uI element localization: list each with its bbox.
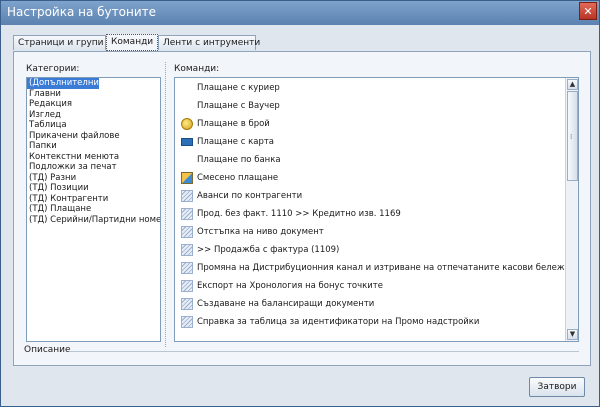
customize-dialog: Настройка на бутоните ✕ Страници и групи… xyxy=(0,0,600,407)
category-item[interactable]: Редакция xyxy=(27,99,160,110)
command-label: Плащане в брой xyxy=(197,119,270,129)
command-item[interactable]: Плащане с куриер xyxy=(175,79,565,97)
command-item[interactable]: Плащане по банка xyxy=(175,151,565,169)
document-icon xyxy=(181,244,193,256)
category-item[interactable]: Прикачени файлове xyxy=(27,131,160,142)
category-item[interactable]: (Допълнителни) xyxy=(27,78,102,89)
scroll-up-button[interactable]: ▲ xyxy=(567,79,578,90)
document-icon xyxy=(181,208,193,220)
category-item[interactable]: Контекстни менюта xyxy=(27,152,160,163)
coins-icon xyxy=(181,118,193,130)
document-icon xyxy=(181,280,193,292)
command-label: Плащане по банка xyxy=(197,155,281,165)
command-label: Аванси по контрагенти xyxy=(197,191,303,201)
command-label: Справка за таблица за идентификатори на … xyxy=(197,317,480,327)
title-bar[interactable]: Настройка на бутоните ✕ xyxy=(1,1,599,25)
command-label: Прод. без факт. 1110 >> Кредитно изв. 11… xyxy=(197,209,401,219)
close-window-button[interactable]: ✕ xyxy=(579,2,597,20)
category-item[interactable]: (ТД) Позиции xyxy=(27,183,160,194)
tab-toolbars[interactable]: Ленти с интрументи xyxy=(158,35,260,50)
command-label: Експорт на Хронология на бонус точките xyxy=(197,281,383,291)
document-icon xyxy=(181,262,193,274)
document-icon xyxy=(181,298,193,310)
category-item[interactable]: (ТД) Контрагенти xyxy=(27,194,160,205)
close-button[interactable]: Затвори xyxy=(529,377,585,397)
category-item[interactable]: Папки xyxy=(27,141,160,152)
grip-icon: ⁞ xyxy=(570,133,573,141)
scroll-thumb[interactable]: ⁞ xyxy=(567,91,578,181)
category-item[interactable]: (ТД) Плащане xyxy=(27,204,160,215)
tab-pages-groups[interactable]: Страници и групи xyxy=(13,35,106,50)
commands-panel: Категории: (Допълнителни) Главни Редакци… xyxy=(13,51,591,366)
commands-label: Команди: xyxy=(174,64,220,74)
command-item[interactable]: Експорт на Хронология на бонус точките xyxy=(175,277,565,295)
command-item[interactable]: Промяна на Дистрибуционния канал и изтри… xyxy=(175,259,575,277)
command-item[interactable]: Прод. без факт. 1110 >> Кредитно изв. 11… xyxy=(175,205,565,223)
commands-list[interactable]: Плащане с куриер Плащане с Ваучер Плащан… xyxy=(174,77,579,342)
mixed-payment-icon xyxy=(181,172,193,184)
command-item[interactable]: Аванси по контрагенти xyxy=(175,187,565,205)
description-divider xyxy=(69,351,579,352)
categories-label: Категории: xyxy=(26,64,80,74)
command-item[interactable]: Плащане в брой xyxy=(175,115,565,133)
scroll-down-button[interactable]: ▼ xyxy=(567,329,578,340)
category-item[interactable]: Изглед xyxy=(27,110,160,121)
command-item[interactable]: >> Продажба с фактура (1109) xyxy=(175,241,565,259)
category-item[interactable]: Главни xyxy=(27,89,160,100)
card-icon xyxy=(181,138,193,146)
description-label: Описание xyxy=(24,345,71,355)
command-label: Смесено плащане xyxy=(197,173,279,183)
commands-scrollbar[interactable]: ▲ ⁞ ▼ xyxy=(565,78,578,341)
tab-commands[interactable]: Команди xyxy=(106,34,158,51)
panel-splitter[interactable] xyxy=(165,62,170,347)
command-item[interactable]: Отстъпка на ниво документ xyxy=(175,223,565,241)
document-icon xyxy=(181,316,193,328)
document-icon xyxy=(181,226,193,238)
command-label: >> Продажба с фактура (1109) xyxy=(197,245,340,255)
command-label: Плащане с Ваучер xyxy=(197,101,280,111)
categories-list[interactable]: (Допълнителни) Главни Редакция Изглед Та… xyxy=(26,77,161,342)
command-label: Отстъпка на ниво документ xyxy=(197,227,324,237)
command-label: Създаване на балансиращи документи xyxy=(197,299,375,309)
command-item[interactable]: Създаване на балансиращи документи xyxy=(175,295,565,313)
category-item[interactable]: Подложки за печат xyxy=(27,162,160,173)
command-label: Промяна на Дистрибуционния канал и изтри… xyxy=(197,263,576,273)
command-item[interactable]: Плащане с карта xyxy=(175,133,565,151)
category-item[interactable]: (ТД) Разни xyxy=(27,173,160,184)
command-label: Плащане с куриер xyxy=(197,83,280,93)
document-icon xyxy=(181,190,193,202)
category-item[interactable]: (ТД) Серийни/Партидни номе xyxy=(27,215,160,226)
category-item[interactable]: Таблица xyxy=(27,120,160,131)
command-item[interactable]: Плащане с Ваучер xyxy=(175,97,565,115)
dialog-title: Настройка на бутоните xyxy=(7,5,157,19)
command-item[interactable]: Смесено плащане xyxy=(175,169,565,187)
command-label: Плащане с карта xyxy=(197,137,275,147)
command-item[interactable]: Справка за таблица за идентификатори на … xyxy=(175,313,565,331)
